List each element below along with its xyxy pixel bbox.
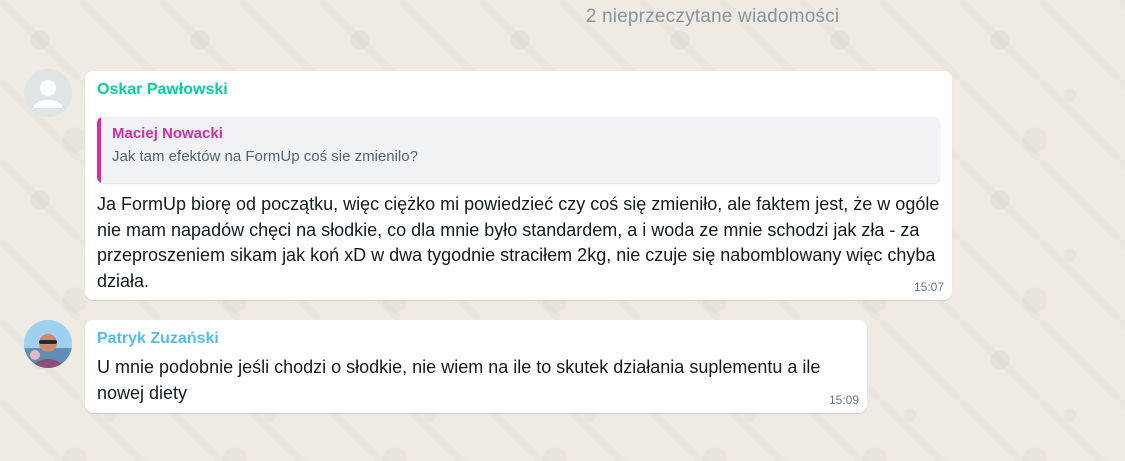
profile-photo-avatar <box>24 320 72 368</box>
message-text: Ja FormUp biorę od początku, więc ciężko… <box>97 194 940 291</box>
avatar-patryk[interactable] <box>24 320 72 368</box>
quote-author: Maciej Nowacki <box>112 125 223 142</box>
quote-accent-bar <box>97 117 101 183</box>
message-text: U mnie podobnie jeśli chodzi o słodkie, … <box>97 357 821 403</box>
quoted-message[interactable]: Maciej Nowacki Jak tam efektów na FormUp… <box>97 117 940 183</box>
message-sender[interactable]: Oskar Pawłowski <box>97 81 228 99</box>
message-bubble-oskar[interactable]: Oskar Pawłowski Maciej Nowacki Jak tam e… <box>85 71 952 300</box>
message-timestamp: 15:09 <box>828 393 859 407</box>
quote-text: Jak tam efektów na FormUp coś sie zmieni… <box>112 148 418 165</box>
default-user-avatar-icon <box>24 69 72 117</box>
message-bubble-patryk[interactable]: Patryk Zuzański U mnie podobnie jeśli ch… <box>85 320 867 413</box>
message-sender[interactable]: Patryk Zuzański <box>97 330 219 348</box>
avatar-oskar[interactable] <box>24 69 72 117</box>
unread-messages-divider: 2 nieprzeczytane wiadomości <box>585 6 840 27</box>
message-timestamp: 15:07 <box>913 280 944 294</box>
